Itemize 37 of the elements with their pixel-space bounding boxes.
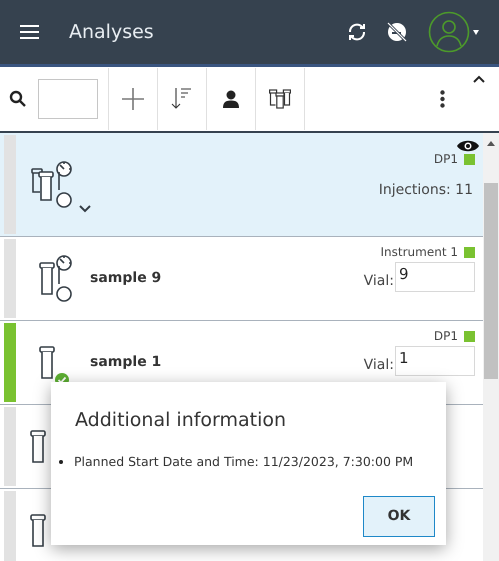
- vial-field[interactable]: 1: [395, 346, 475, 376]
- list-row[interactable]: sample 9 Instrument 1 Vial: 9: [0, 237, 483, 321]
- dialog-title: Additional information: [75, 408, 288, 433]
- scrollbar-thumb[interactable]: [484, 183, 498, 379]
- page-title: Analyses: [69, 20, 155, 45]
- add-icon[interactable]: [122, 88, 144, 110]
- dialog-text: Planned Start Date and Time: 11/23/2023, 7:30:00 PM: [74, 452, 414, 470]
- eye-icon[interactable]: [457, 139, 479, 153]
- chevron-down-icon[interactable]: [79, 205, 91, 213]
- sample-name: sample 9: [90, 269, 162, 288]
- vials-icon[interactable]: [269, 89, 291, 109]
- person-icon[interactable]: [223, 90, 239, 108]
- instrument-label: DP1: [434, 328, 458, 345]
- instrument-label: DP1: [434, 151, 458, 168]
- list-row[interactable]: DP1 Injections: 11: [0, 133, 483, 237]
- vial-icon: [30, 430, 46, 463]
- vial-field[interactable]: 9: [395, 262, 475, 292]
- sample-name: sample 1: [90, 353, 162, 372]
- search-icon[interactable]: [9, 90, 27, 108]
- injections-count: Injections: 11: [378, 181, 474, 200]
- more-options-icon[interactable]: [440, 90, 445, 108]
- search-field[interactable]: [38, 79, 98, 119]
- instrument-label: Instrument 1: [380, 244, 458, 261]
- vial-label: Vial:: [364, 272, 394, 291]
- ok-button[interactable]: OK: [363, 496, 435, 537]
- vial-label: Vial:: [364, 356, 394, 375]
- scrollbar[interactable]: [483, 133, 499, 561]
- status-bar: [4, 491, 16, 561]
- vial-icon: [30, 514, 46, 547]
- caret-down-icon[interactable]: [473, 30, 479, 34]
- sync-icon[interactable]: [346, 23, 368, 41]
- menu-icon[interactable]: [20, 25, 39, 39]
- bullet-icon: [59, 460, 63, 464]
- collapse-icon[interactable]: [473, 75, 485, 83]
- sort-icon[interactable]: [171, 88, 193, 110]
- cloud-off-icon[interactable]: [386, 21, 408, 43]
- scroll-up-icon[interactable]: [487, 141, 495, 146]
